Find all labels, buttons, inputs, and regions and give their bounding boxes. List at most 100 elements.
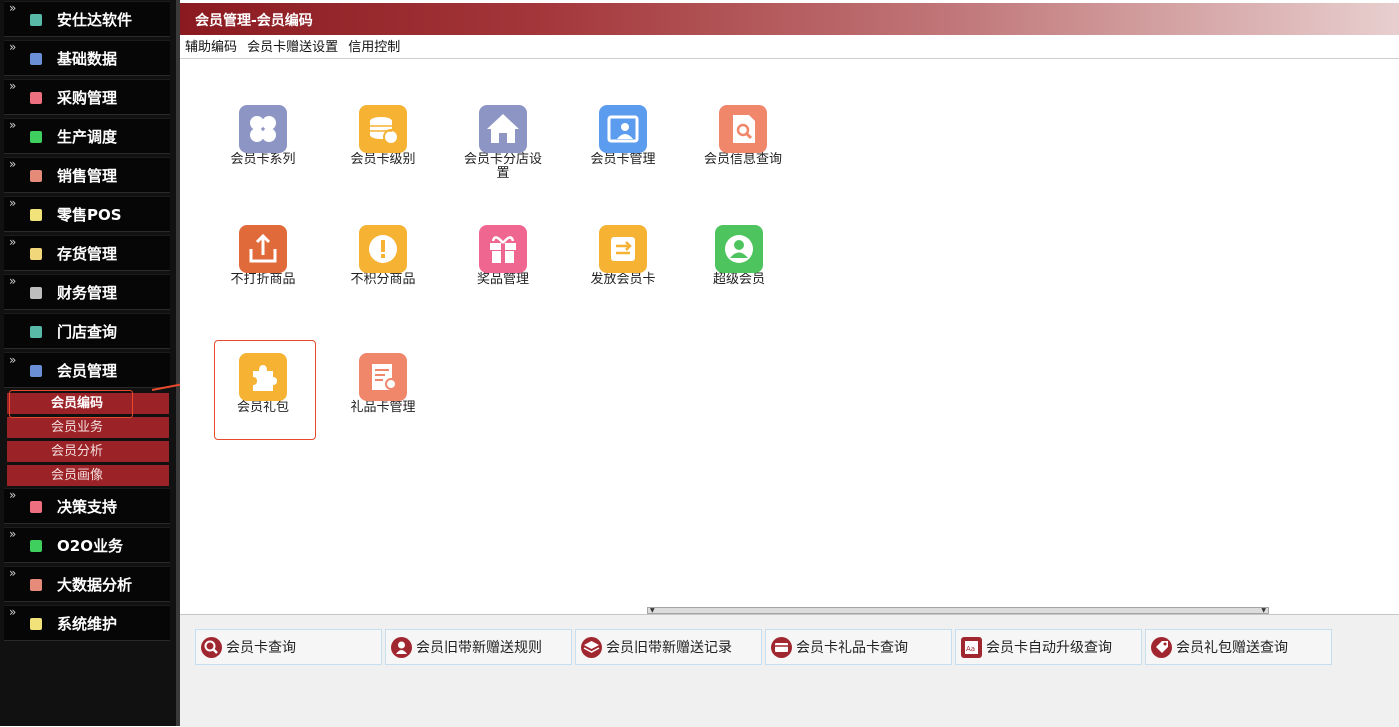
sidebar-item-basic-data[interactable]: » 基础数据 — [4, 40, 170, 76]
warning-icon — [359, 225, 407, 273]
quick-gift-pack-query[interactable]: 会员礼包赠送查询 — [1145, 629, 1332, 665]
tile-card-level[interactable]: 会员卡级别 — [335, 105, 431, 167]
clover-icon — [239, 105, 287, 153]
double-chevron-right-icon: » — [9, 235, 17, 249]
double-chevron-right-icon: » — [9, 566, 17, 580]
sidebar-item-label: 决策支持 — [57, 498, 118, 516]
cube-icon — [30, 365, 42, 377]
card-document-icon — [359, 353, 407, 401]
sidebar-item-label: 零售POS — [57, 206, 122, 224]
double-chevron-right-icon: » — [9, 40, 17, 54]
sidebar-item-label: 采购管理 — [57, 89, 118, 107]
double-chevron-right-icon: » — [9, 157, 17, 171]
tile-no-discount-goods[interactable]: 不打折商品 — [215, 225, 311, 287]
layers-icon — [581, 637, 602, 658]
tile-card-management[interactable]: 会员卡管理 — [575, 105, 671, 167]
document-search-icon — [719, 105, 767, 153]
cube-icon — [30, 248, 42, 260]
tile-label: 会员卡系列 — [230, 152, 296, 167]
sidebar-item-decision[interactable]: » 决策支持 — [4, 488, 170, 524]
sidebar-item-member[interactable]: » 会员管理 — [4, 352, 170, 388]
toolbar-link-credit-control[interactable]: 信用控制 — [348, 37, 400, 59]
sidebar-subitem-member-portrait[interactable]: 会员画像 — [7, 465, 169, 486]
tile-label: 会员卡分店设置 — [463, 152, 542, 181]
cube-icon — [30, 540, 42, 552]
gift-icon — [479, 225, 527, 273]
sidebar-item-purchase[interactable]: » 采购管理 — [4, 79, 170, 115]
tag-icon — [1151, 637, 1172, 658]
sidebar-subitem-member-business[interactable]: 会员业务 — [7, 417, 169, 438]
quick-gift-card-query[interactable]: 会员卡礼品卡查询 — [765, 629, 952, 665]
double-chevron-right-icon: » — [9, 79, 17, 93]
tile-no-points-goods[interactable]: 不积分商品 — [335, 225, 431, 287]
sidebar-item-label: 系统维护 — [57, 615, 118, 633]
sidebar-item-finance[interactable]: » 财务管理 — [4, 274, 170, 310]
svg-text:Aa: Aa — [966, 645, 975, 653]
quick-referral-rule[interactable]: 会员旧带新赠送规则 — [385, 629, 572, 665]
subitem-highlight-box — [9, 390, 133, 418]
cube-icon — [30, 53, 42, 65]
page-title: 会员管理-会员编码 — [195, 13, 313, 29]
quick-referral-record[interactable]: 会员旧带新赠送记录 — [575, 629, 762, 665]
house-icon — [479, 105, 527, 153]
tile-label: 会员信息查询 — [703, 152, 782, 167]
double-chevron-right-icon: » — [9, 274, 17, 288]
cube-icon — [30, 618, 42, 630]
quick-label: 会员旧带新赠送记录 — [606, 640, 732, 656]
quick-label: 会员礼包赠送查询 — [1176, 640, 1288, 656]
double-chevron-right-icon: » — [9, 605, 17, 619]
user-icon — [715, 225, 763, 273]
cube-icon — [30, 209, 42, 221]
quick-label: 会员旧带新赠送规则 — [416, 640, 542, 656]
sidebar-subitem-member-analysis[interactable]: 会员分析 — [7, 441, 169, 462]
tile-label: 会员卡级别 — [350, 152, 416, 167]
quick-card-query[interactable]: 会员卡查询 — [195, 629, 382, 665]
tile-member-info-query[interactable]: 会员信息查询 — [695, 105, 791, 167]
cube-icon — [30, 579, 42, 591]
sidebar-item-anshida[interactable]: » 安仕达软件 — [4, 1, 170, 37]
panel-splitter[interactable]: ▼ ▼ — [647, 607, 1269, 614]
tile-prize-management[interactable]: 奖品管理 — [455, 225, 551, 287]
toolbar-link-card-gift-settings[interactable]: 会员卡赠送设置 — [247, 37, 338, 59]
tile-label: 发放会员卡 — [590, 272, 656, 287]
quick-label: 会员卡查询 — [226, 640, 296, 656]
sidebar-item-sales[interactable]: » 销售管理 — [4, 157, 170, 193]
sidebar-item-store-query[interactable]: 门店查询 — [4, 313, 170, 349]
sidebar-item-label: 基础数据 — [57, 50, 118, 68]
page-header: 会员管理-会员编码 — [180, 3, 1399, 35]
toolbar: 辅助编码 会员卡赠送设置 信用控制 — [180, 36, 1399, 59]
double-chevron-down-icon: » — [9, 353, 17, 367]
tile-label: 会员卡管理 — [590, 152, 656, 167]
quick-auto-upgrade-query[interactable]: Aa 会员卡自动升级查询 — [955, 629, 1142, 665]
sidebar-item-production[interactable]: » 生产调度 — [4, 118, 170, 154]
tile-label: 不积分商品 — [350, 272, 416, 287]
tile-label: 奖品管理 — [476, 272, 529, 287]
arrow-down-icon: ▼ — [650, 607, 655, 614]
sidebar-item-system[interactable]: » 系统维护 — [4, 605, 170, 641]
tile-label: 超级会员 — [712, 272, 765, 287]
sidebar-item-label: 销售管理 — [57, 167, 118, 185]
toolbar-link-aux-code[interactable]: 辅助编码 — [185, 37, 237, 59]
sidebar-item-label: 生产调度 — [57, 128, 118, 146]
tile-highlight-box — [214, 340, 316, 440]
tile-issue-card[interactable]: 发放会员卡 — [575, 225, 671, 287]
sidebar-item-label: 大数据分析 — [57, 576, 133, 594]
cube-icon — [30, 131, 42, 143]
sidebar-item-label: 安仕达软件 — [57, 11, 133, 29]
tile-super-member[interactable]: 超级会员 — [691, 225, 787, 287]
sidebar-item-inventory[interactable]: » 存货管理 — [4, 235, 170, 271]
cube-icon — [30, 326, 42, 338]
swap-icon — [599, 225, 647, 273]
tile-gift-card-management[interactable]: 礼品卡管理 — [335, 353, 431, 415]
tile-card-branch-setting[interactable]: 会员卡分店设置 — [455, 105, 551, 181]
tile-card-series[interactable]: 会员卡系列 — [215, 105, 311, 167]
double-chevron-right-icon: » — [9, 488, 17, 502]
sidebar-item-o2o[interactable]: » O2O业务 — [4, 527, 170, 563]
quick-label: 会员卡自动升级查询 — [986, 640, 1112, 656]
sidebar-item-big-data[interactable]: » 大数据分析 — [4, 566, 170, 602]
coins-icon — [359, 105, 407, 153]
cube-icon — [30, 92, 42, 104]
double-chevron-right-icon: » — [9, 118, 17, 132]
sidebar-item-pos[interactable]: » 零售POS — [4, 196, 170, 232]
cube-icon — [30, 170, 42, 182]
